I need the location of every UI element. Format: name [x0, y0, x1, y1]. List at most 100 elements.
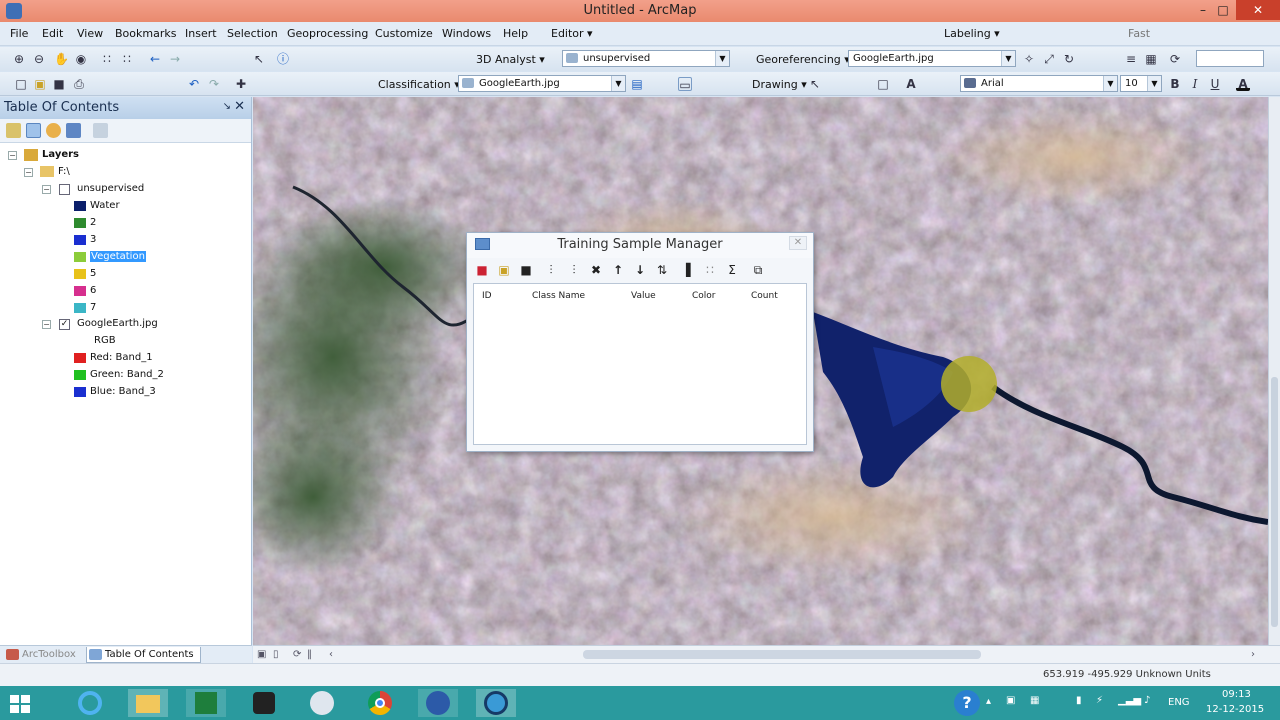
menu-view[interactable]: View	[77, 27, 103, 40]
tray-app-icon[interactable]: ▣	[1006, 695, 1015, 706]
back-extent-icon[interactable]: ←	[148, 52, 162, 66]
legend-class[interactable]: Water	[74, 198, 224, 214]
identify-icon[interactable]: ⓘ	[276, 52, 290, 66]
rotate-icon[interactable]: ↻	[1062, 52, 1076, 66]
rectangle-icon[interactable]: □	[876, 77, 890, 91]
class-label-selected[interactable]: Vegetation	[90, 249, 146, 265]
map-horizontal-scrollbar[interactable]: ▣ ▯ ⟳ ‖ ‹ ›	[253, 645, 1280, 663]
menu-bookmarks[interactable]: Bookmarks	[115, 27, 176, 40]
scroll-left-icon[interactable]: ‹	[329, 649, 333, 660]
tree-row-group[interactable]: − F:\	[24, 164, 224, 180]
legend-band[interactable]: Red: Band_1	[74, 350, 224, 366]
close-button[interactable]: ✕	[1236, 0, 1280, 20]
histogram-icon[interactable]: ▐	[679, 263, 693, 277]
toc-close-button[interactable]: ✕	[234, 99, 245, 114]
classification-label[interactable]: Classification ▾	[378, 78, 460, 91]
menu-edit[interactable]: Edit	[42, 27, 63, 40]
save-samples-icon[interactable]: ■	[519, 263, 533, 277]
column-count[interactable]: Count	[751, 291, 778, 301]
scatterplot-icon[interactable]: ∷	[703, 263, 717, 277]
underline-button[interactable]: U	[1208, 77, 1222, 91]
column-value[interactable]: Value	[631, 291, 656, 301]
legend-class[interactable]: Vegetation	[74, 249, 224, 265]
select-drawing-icon[interactable]: ↖	[808, 77, 822, 91]
class-label-edit[interactable]: Vegetation	[90, 251, 146, 262]
font-combo[interactable]: Arial ▼	[960, 75, 1118, 92]
windows-start-button[interactable]	[10, 695, 30, 713]
map-vertical-scrollbar[interactable]	[1268, 97, 1280, 645]
maximize-button[interactable]: □	[1208, 0, 1238, 20]
zoom-in-icon[interactable]: ⊕	[12, 52, 26, 66]
file-explorer-icon[interactable]	[128, 689, 168, 717]
merge-icon[interactable]: ⫶	[567, 263, 581, 277]
column-class-name[interactable]: Class Name	[532, 291, 585, 301]
georeferencing-layer-combo[interactable]: GoogleEarth.jpg ▼	[848, 50, 1016, 67]
drawing-label[interactable]: Drawing ▾	[752, 78, 807, 91]
horizontal-scroll-thumb[interactable]	[583, 650, 981, 659]
dialog-titlebar[interactable]: Training Sample Manager ✕	[467, 233, 813, 258]
tree-row-layers[interactable]: − Layers	[8, 147, 208, 163]
menu-selection[interactable]: Selection	[227, 27, 278, 40]
layout-view-icon[interactable]: ▯	[273, 649, 279, 660]
refresh-view-icon[interactable]: ⟳	[293, 649, 301, 660]
fixed-zoom-out-icon[interactable]: ∷	[120, 52, 134, 66]
tree-row-googleearth[interactable]: − ✓ GoogleEarth.jpg	[42, 316, 242, 332]
view-link-table-icon[interactable]: ≡	[1124, 52, 1138, 66]
list-by-source-icon[interactable]	[26, 123, 41, 138]
excel-icon[interactable]	[186, 689, 226, 717]
scale-combo[interactable]	[1196, 50, 1264, 67]
tree-row-unsupervised[interactable]: − unsupervised	[42, 181, 242, 197]
collapse-icon[interactable]: −	[8, 151, 17, 160]
list-by-drawing-order-icon[interactable]	[6, 123, 21, 138]
visibility-checkbox[interactable]	[59, 184, 70, 195]
redo-icon[interactable]: ↷	[207, 77, 221, 91]
move-down-icon[interactable]: ↓	[633, 263, 647, 277]
new-document-icon[interactable]: □	[14, 77, 28, 91]
training-samples-table[interactable]: ID Class Name Value Color Count	[473, 283, 807, 445]
help-icon[interactable]: ?	[954, 690, 980, 716]
full-extent-icon[interactable]: ◉	[74, 52, 88, 66]
3d-analyst-label[interactable]: 3D Analyst ▾	[476, 53, 545, 66]
draw-polygon-icon[interactable]: ▭	[678, 77, 692, 92]
power-icon[interactable]: ⚡	[1096, 695, 1103, 706]
legend-band[interactable]: Blue: Band_3	[74, 384, 224, 400]
update-georeferencing-icon[interactable]: ▦	[1144, 52, 1158, 66]
options-icon[interactable]	[93, 123, 108, 138]
data-view-icon[interactable]: ▣	[257, 649, 266, 660]
tray-app-icon[interactable]: ▦	[1030, 695, 1039, 706]
network-icon[interactable]: ▁▃▅	[1118, 695, 1141, 706]
menu-help[interactable]: Help	[503, 27, 528, 40]
column-color[interactable]: Color	[692, 291, 716, 301]
select-elements-icon[interactable]: ↖	[252, 52, 266, 66]
vertical-scroll-thumb[interactable]	[1271, 377, 1278, 627]
add-control-points-icon[interactable]: ✧	[1022, 52, 1036, 66]
statistics-icon[interactable]: Σ	[725, 263, 739, 277]
training-sample-manager-icon[interactable]: ▤	[630, 77, 644, 91]
pin-icon[interactable]: ↘	[223, 101, 231, 112]
collapse-icon[interactable]: −	[42, 320, 51, 329]
list-by-selection-icon[interactable]	[66, 123, 81, 138]
text-icon[interactable]: A	[904, 77, 918, 91]
legend-class[interactable]: 3	[74, 232, 224, 248]
battery-icon[interactable]: ▮	[1076, 695, 1082, 706]
font-color-button[interactable]: A	[1236, 77, 1250, 91]
print-icon[interactable]: ⎙	[72, 77, 86, 91]
link-table-icon[interactable]: ⤢	[1042, 52, 1056, 66]
italic-button[interactable]: I	[1188, 77, 1202, 91]
legend-class[interactable]: 7	[74, 300, 224, 316]
arcmap-taskbar-icon[interactable]	[418, 689, 458, 717]
move-up-icon[interactable]: ↑	[611, 263, 625, 277]
language-indicator[interactable]: ENG	[1168, 697, 1190, 708]
menu-customize[interactable]: Customize	[375, 27, 433, 40]
fixed-zoom-in-icon[interactable]: ∷	[100, 52, 114, 66]
bold-button[interactable]: B	[1168, 77, 1182, 91]
save-icon[interactable]: ■	[52, 77, 66, 91]
clock-time[interactable]: 09:13	[1222, 689, 1251, 700]
internet-explorer-icon[interactable]	[70, 689, 110, 717]
legend-band[interactable]: Green: Band_2	[74, 367, 224, 383]
dialog-close-button[interactable]: ✕	[789, 236, 807, 250]
delete-icon[interactable]: ✖	[589, 263, 603, 277]
scroll-right-icon[interactable]: ›	[1251, 649, 1255, 660]
3d-analyst-layer-combo[interactable]: unsupervised ▼	[562, 50, 730, 67]
collapse-icon[interactable]: −	[24, 168, 33, 177]
